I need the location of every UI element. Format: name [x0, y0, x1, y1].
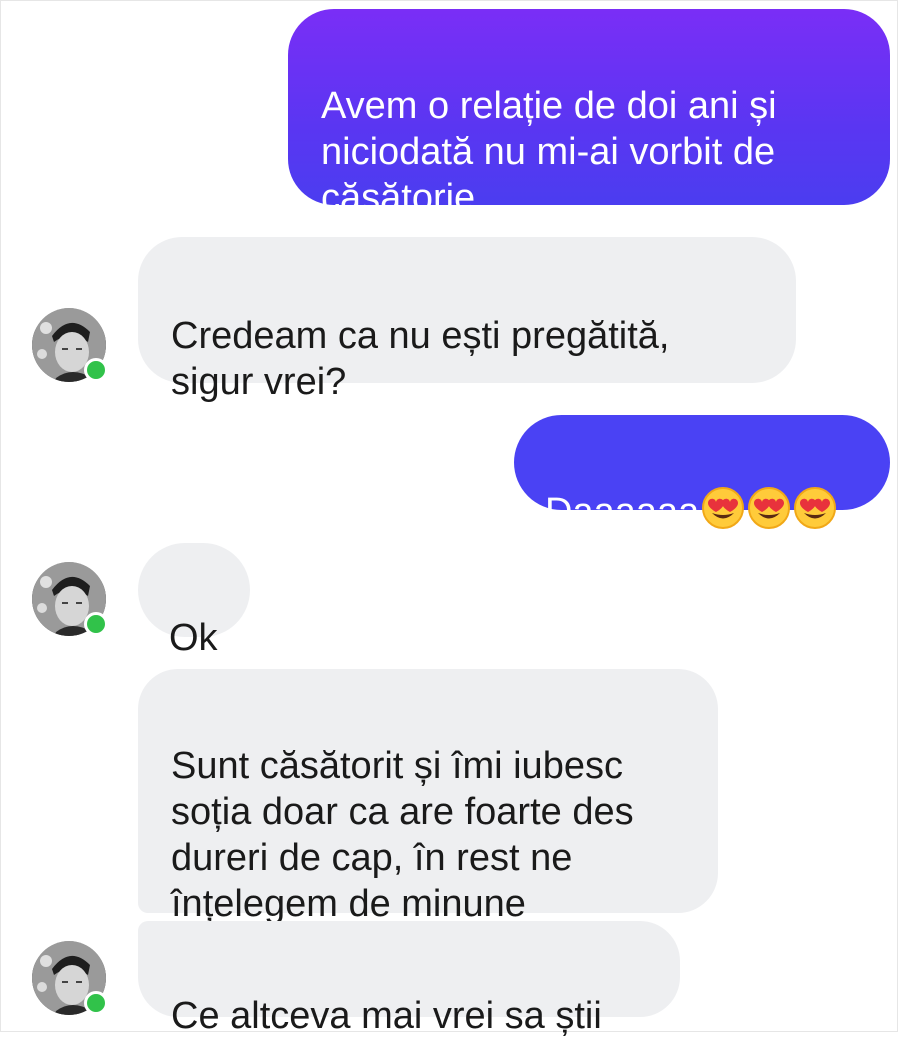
heart-eyes-emoji-icon [748, 487, 791, 529]
message-bubble-incoming[interactable]: Ce altceva mai vrei sa știi [138, 921, 680, 1037]
heart-eyes-emoji-icon [794, 487, 837, 529]
contact-avatar[interactable] [32, 562, 108, 636]
message-bubble-incoming[interactable]: Ok [138, 543, 250, 659]
online-status-icon [84, 358, 108, 382]
message-text: Ce altceva mai vrei sa știi [171, 995, 602, 1037]
message-bubble-outgoing[interactable]: Avem o relație de doi ani și niciodată n… [288, 9, 890, 219]
heart-eyes-emoji-icon [702, 487, 745, 529]
message-bubble-outgoing[interactable]: Daaaaaa [514, 415, 890, 533]
contact-avatar[interactable] [32, 308, 108, 382]
contact-avatar[interactable] [32, 941, 108, 1015]
message-text: Sunt căsătorit și îmi iubesc soția doar … [171, 745, 634, 925]
message-bubble-incoming[interactable]: Sunt căsătorit și îmi iubesc soția doar … [138, 669, 718, 925]
message-text: Ok [169, 617, 218, 659]
message-text: Daaaaaa [545, 491, 700, 533]
online-status-icon [84, 991, 108, 1015]
heart-eyes-emoji-group [699, 487, 837, 533]
message-text: Avem o relație de doi ani și niciodată n… [321, 85, 777, 219]
online-status-icon [84, 612, 108, 636]
message-bubble-incoming[interactable]: Credeam ca nu ești pregătită, sigur vrei… [138, 237, 796, 403]
